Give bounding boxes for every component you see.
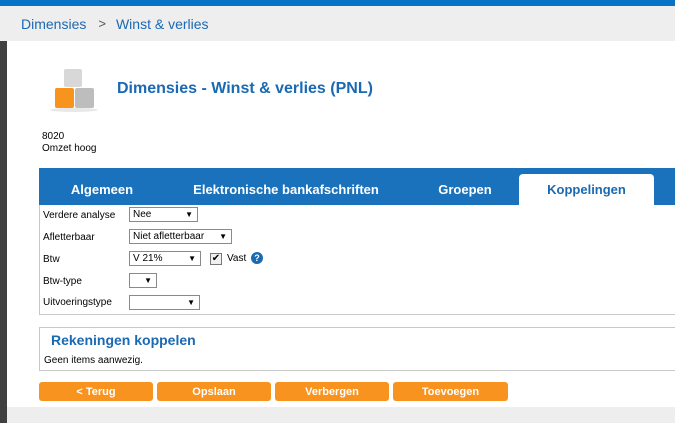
- btw-select[interactable]: V 21% ▼: [129, 251, 201, 266]
- breadcrumb-root-link[interactable]: Dimensies: [21, 16, 86, 32]
- verdere-analyse-select[interactable]: Nee ▼: [129, 207, 198, 222]
- chevron-down-icon: ▼: [144, 276, 152, 285]
- empty-state-text: Geen items aanwezig.: [44, 355, 143, 366]
- rekeningen-koppelen-panel: Rekeningen koppelen Geen items aanwezig.: [39, 327, 675, 371]
- vast-checkbox[interactable]: ✔: [210, 253, 222, 265]
- tab-bar: Algemeen Elektronische bankafschriften G…: [39, 168, 675, 205]
- tab-koppelingen[interactable]: Koppelingen: [519, 174, 654, 205]
- record-code: 8020: [42, 131, 65, 142]
- btw-label: Btw: [43, 253, 60, 265]
- tab-groepen[interactable]: Groepen: [409, 174, 521, 205]
- add-button[interactable]: Toevoegen: [393, 382, 508, 401]
- footer-strip: [7, 407, 675, 423]
- dimensions-logo-icon: [48, 66, 98, 114]
- tab-elektronische-bankafschriften[interactable]: Elektronische bankafschriften: [173, 174, 399, 205]
- panel-title: Rekeningen koppelen: [51, 332, 196, 348]
- vast-label: Vast: [227, 253, 247, 264]
- btw-type-select[interactable]: ▼: [129, 273, 157, 288]
- afletterbaar-label: Afletterbaar: [43, 231, 95, 243]
- help-icon[interactable]: ?: [251, 252, 263, 264]
- chevron-down-icon: ▼: [185, 210, 193, 219]
- verdere-analyse-value: Nee: [133, 209, 152, 220]
- page-title: Dimensies - Winst & verlies (PNL): [117, 80, 373, 97]
- uitvoeringstype-label: Uitvoeringstype: [43, 296, 112, 308]
- back-button[interactable]: < Terug: [39, 382, 153, 401]
- left-sidebar-strip: [0, 41, 7, 423]
- hide-button[interactable]: Verbergen: [275, 382, 389, 401]
- chevron-down-icon: ▼: [187, 298, 195, 307]
- btw-value: V 21%: [133, 253, 163, 264]
- chevron-down-icon: ▼: [219, 232, 227, 241]
- breadcrumb-current-link[interactable]: Winst & verlies: [116, 16, 209, 32]
- record-info: 8020 Omzet hoog: [42, 131, 96, 155]
- afletterbaar-select[interactable]: Niet afletterbaar ▼: [129, 229, 232, 244]
- verdere-analyse-label: Verdere analyse: [43, 209, 116, 221]
- record-name: Omzet hoog: [42, 143, 97, 154]
- afletterbaar-value: Niet afletterbaar: [133, 231, 205, 242]
- save-button[interactable]: Opslaan: [157, 382, 271, 401]
- chevron-down-icon: ▼: [188, 254, 196, 263]
- btw-type-label: Btw-type: [43, 275, 82, 287]
- tab-algemeen[interactable]: Algemeen: [39, 174, 165, 205]
- breadcrumb: Dimensies > Winst & verlies: [0, 6, 675, 41]
- uitvoeringstype-select[interactable]: ▼: [129, 295, 200, 310]
- breadcrumb-separator: >: [98, 16, 106, 31]
